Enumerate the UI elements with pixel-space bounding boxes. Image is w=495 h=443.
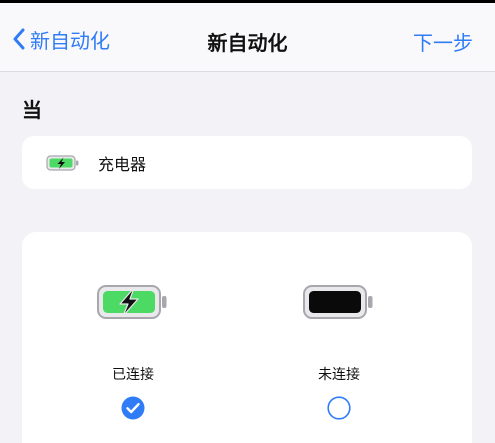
empty-circle-icon[interactable] <box>327 396 351 420</box>
option-disconnected[interactable]: 未连接 <box>280 232 440 443</box>
next-button[interactable]: 下一步 <box>413 27 473 56</box>
trigger-label: 充电器 <box>98 154 147 174</box>
charging-battery-icon <box>97 285 167 319</box>
option-connected[interactable]: 已连接 <box>74 232 234 443</box>
checkmark-circle-icon[interactable] <box>121 396 145 420</box>
connection-options-card: 已连接 未连接 <box>22 232 472 443</box>
navigation-bar: 新自动化 新自动化 下一步 <box>0 3 495 72</box>
option-disconnected-label: 未连接 <box>318 367 360 383</box>
charging-battery-icon <box>46 154 79 171</box>
option-connected-label: 已连接 <box>112 367 154 383</box>
trigger-summary-card: 充电器 <box>22 136 472 189</box>
full-battery-icon <box>303 285 373 319</box>
section-header-when: 当 <box>22 98 42 122</box>
